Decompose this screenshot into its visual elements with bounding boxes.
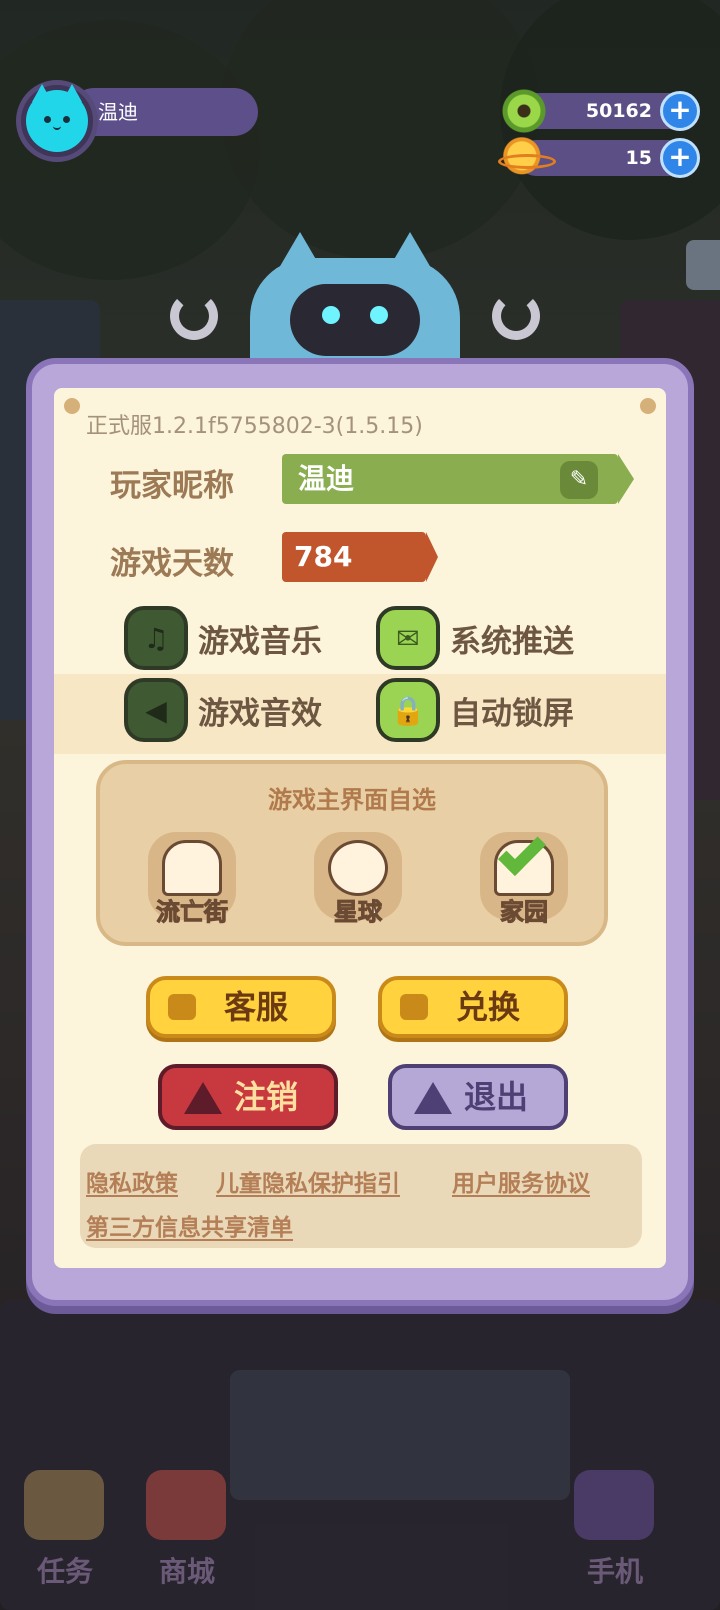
gift-icon bbox=[400, 994, 428, 1020]
warning-icon bbox=[414, 1082, 452, 1114]
child-privacy-link[interactable]: 儿童隐私保护指引 bbox=[216, 1164, 400, 1198]
customer-service-button[interactable]: 客服 bbox=[146, 976, 336, 1038]
version-text: 正式服1.2.1f5755802-3(1.5.15) bbox=[86, 414, 423, 439]
side-tab-handle[interactable] bbox=[686, 240, 720, 290]
third-party-sharing-link[interactable]: 第三方信息共享清单 bbox=[86, 1208, 293, 1242]
legal-links-panel: 隐私政策 儿童隐私保护指引 用户服务协议 第三方信息共享清单 bbox=[80, 1144, 642, 1248]
nickname-value: 温迪 bbox=[298, 462, 355, 495]
autolock-toggle[interactable]: 🔒 自动锁屏 bbox=[376, 678, 574, 742]
music-toggle-label: 游戏音乐 bbox=[198, 623, 322, 660]
robot-mascot-icon bbox=[170, 232, 540, 378]
lock-icon: 🔒 bbox=[376, 678, 440, 742]
cat-avatar-icon bbox=[26, 84, 88, 152]
settings-dialog: 正式服1.2.1f5755802-3(1.5.15) 玩家昵称 温迪 ✎ 游戏天… bbox=[26, 358, 694, 1306]
privacy-policy-link[interactable]: 隐私政策 bbox=[86, 1164, 178, 1198]
theme-option-label: 流亡街 bbox=[156, 898, 229, 927]
theme-option-home[interactable]: 家园 bbox=[472, 826, 576, 930]
nav-tasks[interactable]: 任务 bbox=[10, 1470, 120, 1590]
logout-button[interactable]: 退出 bbox=[388, 1064, 568, 1130]
house-icon bbox=[162, 840, 222, 896]
phone-icon bbox=[574, 1470, 654, 1540]
user-agreement-link[interactable]: 用户服务协议 bbox=[452, 1164, 590, 1198]
player-avatar-button[interactable] bbox=[16, 80, 98, 162]
headset-icon bbox=[168, 994, 196, 1020]
mail-envelope-icon: ✉ bbox=[376, 606, 440, 670]
push-toggle-label: 系统推送 bbox=[450, 623, 574, 660]
sfx-toggle[interactable]: ◀ 游戏音效 bbox=[124, 678, 322, 742]
nickname-field[interactable]: 温迪 ✎ bbox=[282, 454, 634, 504]
shop-stall-icon bbox=[146, 1470, 226, 1540]
nav-shop[interactable]: 商城 bbox=[132, 1470, 242, 1590]
add-donut-button[interactable]: + bbox=[660, 91, 700, 131]
theme-option-planet[interactable]: 星球 bbox=[306, 826, 410, 930]
planet-icon bbox=[498, 136, 556, 180]
theme-selector-title: 游戏主界面自选 bbox=[268, 786, 436, 814]
nickname-label: 玩家昵称 bbox=[110, 468, 234, 504]
redeem-button[interactable]: 兑换 bbox=[378, 976, 568, 1038]
warning-icon bbox=[184, 1082, 222, 1114]
planet-currency-counter: 15 + bbox=[498, 136, 700, 180]
deregister-account-button[interactable]: 注销 bbox=[158, 1064, 338, 1130]
music-toggle[interactable]: ♫ 游戏音乐 bbox=[124, 606, 322, 670]
sfx-toggle-label: 游戏音效 bbox=[198, 695, 322, 732]
edit-pen-icon[interactable]: ✎ bbox=[560, 461, 598, 499]
game-days-label: 游戏天数 bbox=[110, 546, 234, 582]
player-name-pill: 温迪 bbox=[70, 88, 258, 136]
home-theme-selector: 游戏主界面自选 流亡街 星球 家园 bbox=[96, 760, 608, 946]
planet-theme-icon bbox=[328, 840, 388, 896]
theme-option-exile-street[interactable]: 流亡街 bbox=[140, 826, 244, 930]
planet-amount: 15 bbox=[625, 147, 652, 169]
add-planet-button[interactable]: + bbox=[660, 138, 700, 178]
theme-option-label: 家园 bbox=[500, 898, 549, 927]
music-note-icon: ♫ bbox=[124, 606, 188, 670]
task-book-icon bbox=[24, 1470, 104, 1540]
pin-icon bbox=[640, 398, 656, 414]
pin-icon bbox=[64, 398, 80, 414]
donut-currency-counter: 50162 + bbox=[502, 89, 700, 133]
donut-icon bbox=[502, 89, 546, 133]
push-toggle[interactable]: ✉ 系统推送 bbox=[376, 606, 574, 670]
settings-paper-panel: 正式服1.2.1f5755802-3(1.5.15) 玩家昵称 温迪 ✎ 游戏天… bbox=[54, 388, 666, 1268]
theme-option-label: 星球 bbox=[334, 898, 383, 927]
game-days-value: 784 bbox=[282, 532, 438, 582]
speaker-icon: ◀ bbox=[124, 678, 188, 742]
autolock-toggle-label: 自动锁屏 bbox=[450, 695, 574, 732]
donut-amount: 50162 bbox=[585, 100, 652, 122]
nav-phone[interactable]: 手机 bbox=[560, 1470, 670, 1590]
